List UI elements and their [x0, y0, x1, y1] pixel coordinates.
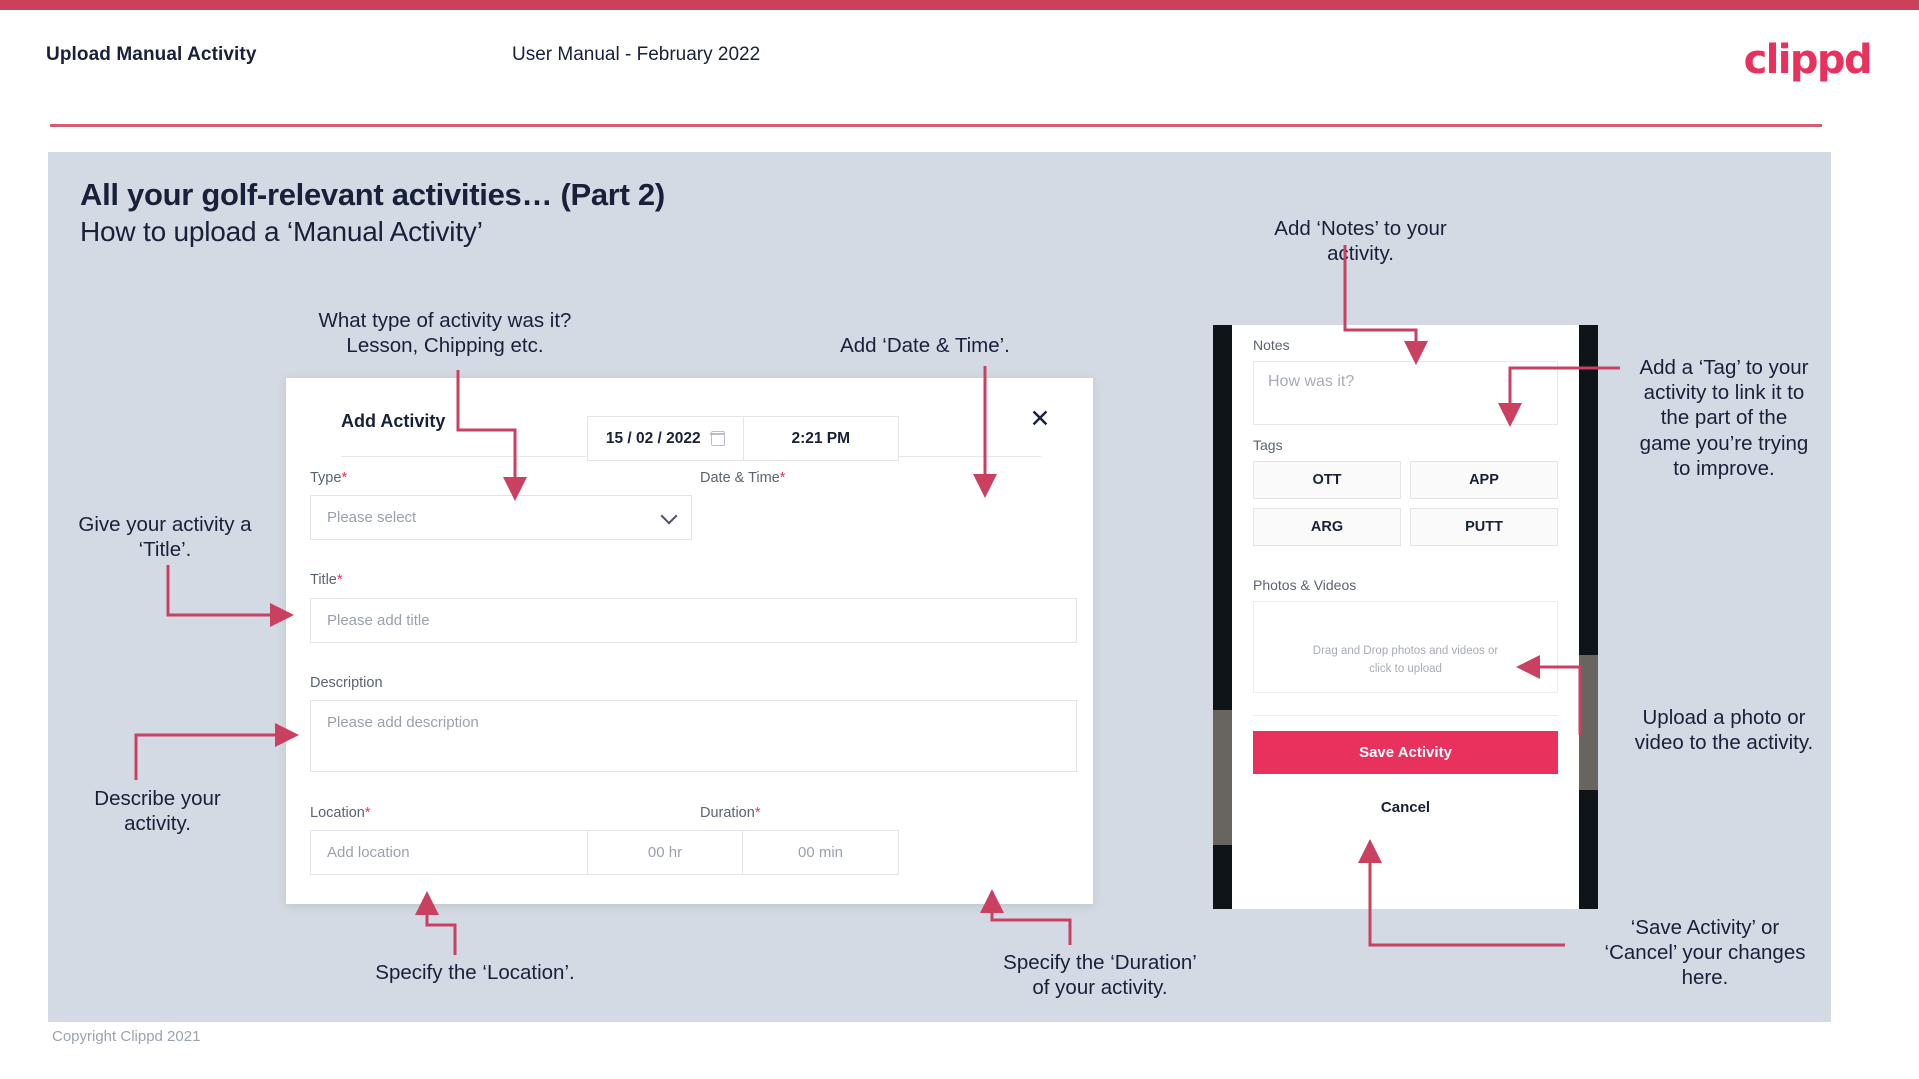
slide-title: All your golf-relevant activities… (Part… [80, 177, 665, 212]
date-value: 15 / 02 / 2022 [605, 429, 701, 447]
annotation-save: ‘Save Activity’ or ‘Cancel’ your changes h… [1604, 916, 1806, 990]
type-placeholder: Please select [327, 509, 417, 526]
annotation-title: Give your activity a ‘Title’. [78, 513, 252, 562]
header-subtitle: User Manual - February 2022 [512, 44, 761, 65]
annotation-description: Describe your activity. [94, 787, 221, 836]
notes-placeholder: How was it? [1268, 373, 1355, 390]
description-textarea[interactable]: Please add description [310, 700, 1077, 772]
header-divider [50, 124, 1822, 127]
phone-divider [1253, 715, 1558, 716]
datetime-label: Date & Time* [700, 470, 786, 486]
scrollbar-right[interactable] [1579, 655, 1598, 790]
photo-dropzone[interactable]: Drag and Drop photos and videos or click… [1253, 601, 1558, 693]
close-icon[interactable]: ✕ [1027, 406, 1053, 432]
footer-copyright: Copyright Clippd 2021 [52, 1028, 201, 1045]
duration-minutes[interactable]: 00 min [743, 831, 898, 874]
phone-bezel-right [1579, 325, 1598, 909]
tag-arg[interactable]: ARG [1253, 508, 1401, 546]
annotation-datetime: Add ‘Date & Time’. [840, 334, 1010, 357]
annotation-notes: Add ‘Notes’ to your activity. [1274, 217, 1447, 266]
tag-putt[interactable]: PUTT [1410, 508, 1558, 546]
duration-field[interactable]: 00 hr 00 min [587, 830, 899, 875]
top-accent-bar [0, 0, 1919, 10]
notes-textarea[interactable]: How was it? [1253, 361, 1558, 425]
datetime-field[interactable]: 15 / 02 / 2022 2:21 PM [587, 416, 899, 461]
page-title: Upload Manual Activity [46, 44, 257, 65]
description-placeholder: Please add description [327, 714, 479, 731]
duration-hours[interactable]: 00 hr [588, 831, 743, 874]
location-label: Location* [310, 805, 371, 821]
phone-screen: Notes How was it? Tags OTT APP ARG PUTT … [1232, 325, 1579, 909]
tag-ott[interactable]: OTT [1253, 461, 1401, 499]
dropzone-line2: click to upload [1369, 662, 1442, 675]
clippd-logo: clippd [1743, 37, 1873, 83]
phone-mockup: Notes How was it? Tags OTT APP ARG PUTT … [1213, 325, 1598, 909]
cancel-button[interactable]: Cancel [1253, 787, 1558, 827]
duration-label: Duration* [700, 805, 761, 821]
annotation-location: Specify the ‘Location’. [375, 961, 575, 984]
date-input[interactable]: 15 / 02 / 2022 [588, 417, 744, 460]
photos-label: Photos & Videos [1253, 577, 1357, 593]
type-select[interactable]: Please select [310, 495, 692, 540]
annotation-type: What type of activity was it? Lesson, Chi… [318, 309, 572, 358]
title-label: Title* [310, 572, 343, 588]
time-input[interactable]: 2:21 PM [744, 417, 899, 460]
add-image-icon [1394, 607, 1424, 636]
title-input[interactable]: Please add title [310, 598, 1077, 643]
save-activity-button[interactable]: Save Activity [1253, 731, 1558, 774]
location-placeholder: Add location [327, 844, 410, 861]
annotation-tags: Add a ‘Tag’ to your activity to link it t… [1639, 356, 1809, 480]
annotation-duration: Specify the ‘Duration’ of your activity. [1003, 951, 1197, 1000]
slide-subtitle: How to upload a ‘Manual Activity’ [80, 216, 483, 247]
chevron-down-icon [660, 507, 678, 525]
type-label: Type* [310, 470, 348, 486]
dropzone-line1: Drag and Drop photos and videos or [1312, 645, 1499, 658]
calendar-icon[interactable] [710, 431, 725, 446]
annotation-photos: Upload a photo or video to the activity. [1634, 706, 1814, 755]
notes-label: Notes [1253, 337, 1290, 353]
title-placeholder: Please add title [327, 612, 430, 629]
scrollbar-left[interactable] [1213, 710, 1232, 845]
tags-label: Tags [1253, 437, 1283, 453]
dialog-title: Add Activity [341, 411, 446, 431]
dropzone-text: Drag and Drop photos and videos or click… [1313, 643, 1498, 678]
tag-app[interactable]: APP [1410, 461, 1558, 499]
description-label: Description [310, 675, 383, 691]
